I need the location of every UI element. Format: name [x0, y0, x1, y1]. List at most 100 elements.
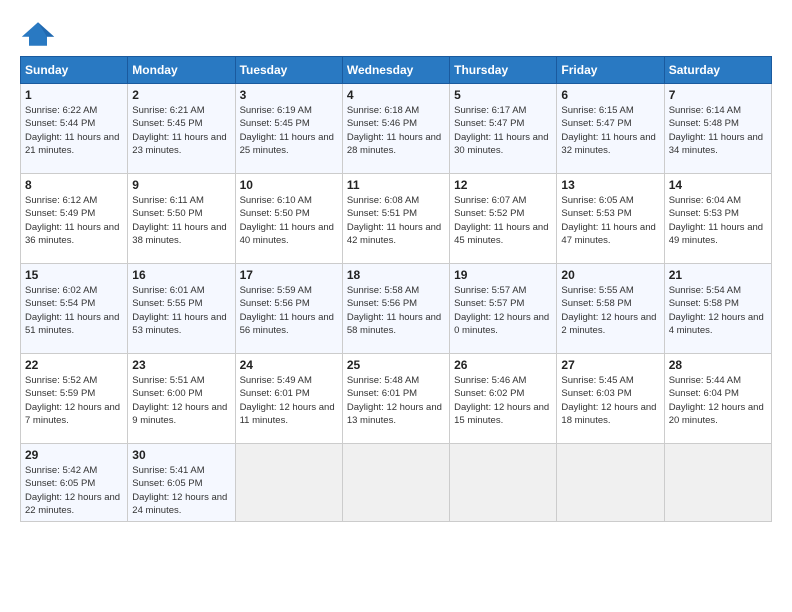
calendar-cell: 14 Sunrise: 6:04 AMSunset: 5:53 PMDayligh… — [664, 174, 771, 264]
day-number: 12 — [454, 178, 552, 192]
day-number: 30 — [132, 448, 230, 462]
calendar-cell: 11 Sunrise: 6:08 AMSunset: 5:51 PMDayligh… — [342, 174, 449, 264]
page-header — [20, 20, 772, 48]
calendar-cell: 6 Sunrise: 6:15 AMSunset: 5:47 PMDaylight… — [557, 84, 664, 174]
day-number: 2 — [132, 88, 230, 102]
day-number: 10 — [240, 178, 338, 192]
calendar-cell: 27 Sunrise: 5:45 AMSunset: 6:03 PMDayligh… — [557, 354, 664, 444]
day-number: 3 — [240, 88, 338, 102]
weekday-saturday: Saturday — [664, 57, 771, 84]
day-info: Sunrise: 5:42 AMSunset: 6:05 PMDaylight:… — [25, 464, 123, 517]
calendar-cell — [342, 444, 449, 522]
day-info: Sunrise: 6:08 AMSunset: 5:51 PMDaylight:… — [347, 194, 445, 247]
day-number: 9 — [132, 178, 230, 192]
day-info: Sunrise: 5:48 AMSunset: 6:01 PMDaylight:… — [347, 374, 445, 427]
day-info: Sunrise: 6:15 AMSunset: 5:47 PMDaylight:… — [561, 104, 659, 157]
day-info: Sunrise: 5:57 AMSunset: 5:57 PMDaylight:… — [454, 284, 552, 337]
day-info: Sunrise: 6:14 AMSunset: 5:48 PMDaylight:… — [669, 104, 767, 157]
day-info: Sunrise: 5:49 AMSunset: 6:01 PMDaylight:… — [240, 374, 338, 427]
day-number: 26 — [454, 358, 552, 372]
weekday-sunday: Sunday — [21, 57, 128, 84]
day-info: Sunrise: 6:12 AMSunset: 5:49 PMDaylight:… — [25, 194, 123, 247]
week-row-3: 15 Sunrise: 6:02 AMSunset: 5:54 PMDayligh… — [21, 264, 772, 354]
calendar-cell — [557, 444, 664, 522]
day-number: 23 — [132, 358, 230, 372]
day-info: Sunrise: 6:17 AMSunset: 5:47 PMDaylight:… — [454, 104, 552, 157]
calendar-cell: 12Sunrise: 6:07 AMSunset: 5:52 PMDayligh… — [450, 174, 557, 264]
day-info: Sunrise: 6:05 AMSunset: 5:53 PMDaylight:… — [561, 194, 659, 247]
weekday-thursday: Thursday — [450, 57, 557, 84]
calendar-cell: 2 Sunrise: 6:21 AMSunset: 5:45 PMDaylight… — [128, 84, 235, 174]
logo — [20, 20, 58, 48]
day-number: 17 — [240, 268, 338, 282]
day-number: 7 — [669, 88, 767, 102]
day-info: Sunrise: 5:51 AMSunset: 6:00 PMDaylight:… — [132, 374, 230, 427]
calendar-cell: 4 Sunrise: 6:18 AMSunset: 5:46 PMDaylight… — [342, 84, 449, 174]
day-info: Sunrise: 5:46 AMSunset: 6:02 PMDaylight:… — [454, 374, 552, 427]
day-number: 15 — [25, 268, 123, 282]
day-number: 5 — [454, 88, 552, 102]
day-number: 4 — [347, 88, 445, 102]
calendar-cell: 28 Sunrise: 5:44 AMSunset: 6:04 PMDayligh… — [664, 354, 771, 444]
calendar-body: 1 Sunrise: 6:22 AMSunset: 5:44 PMDaylight… — [21, 84, 772, 522]
calendar-cell: 18 Sunrise: 5:58 AMSunset: 5:56 PMDayligh… — [342, 264, 449, 354]
weekday-friday: Friday — [557, 57, 664, 84]
day-number: 16 — [132, 268, 230, 282]
day-number: 20 — [561, 268, 659, 282]
day-info: Sunrise: 5:52 AMSunset: 5:59 PMDaylight:… — [25, 374, 123, 427]
calendar-cell — [664, 444, 771, 522]
day-number: 28 — [669, 358, 767, 372]
day-info: Sunrise: 5:54 AMSunset: 5:58 PMDaylight:… — [669, 284, 767, 337]
day-number: 22 — [25, 358, 123, 372]
day-info: Sunrise: 6:04 AMSunset: 5:53 PMDaylight:… — [669, 194, 767, 247]
day-number: 27 — [561, 358, 659, 372]
calendar-cell: 25 Sunrise: 5:48 AMSunset: 6:01 PMDayligh… — [342, 354, 449, 444]
logo-icon — [20, 20, 56, 48]
day-number: 18 — [347, 268, 445, 282]
calendar-cell: 17 Sunrise: 5:59 AMSunset: 5:56 PMDayligh… — [235, 264, 342, 354]
day-number: 14 — [669, 178, 767, 192]
day-number: 1 — [25, 88, 123, 102]
calendar-cell: 3 Sunrise: 6:19 AMSunset: 5:45 PMDaylight… — [235, 84, 342, 174]
day-info: Sunrise: 6:18 AMSunset: 5:46 PMDaylight:… — [347, 104, 445, 157]
day-number: 11 — [347, 178, 445, 192]
day-number: 24 — [240, 358, 338, 372]
calendar-cell: 20Sunrise: 5:55 AMSunset: 5:58 PMDayligh… — [557, 264, 664, 354]
weekday-wednesday: Wednesday — [342, 57, 449, 84]
day-info: Sunrise: 6:01 AMSunset: 5:55 PMDaylight:… — [132, 284, 230, 337]
week-row-4: 22 Sunrise: 5:52 AMSunset: 5:59 PMDayligh… — [21, 354, 772, 444]
day-number: 13 — [561, 178, 659, 192]
day-info: Sunrise: 6:19 AMSunset: 5:45 PMDaylight:… — [240, 104, 338, 157]
calendar-cell: 15 Sunrise: 6:02 AMSunset: 5:54 PMDayligh… — [21, 264, 128, 354]
calendar-cell: 21 Sunrise: 5:54 AMSunset: 5:58 PMDayligh… — [664, 264, 771, 354]
calendar-cell — [235, 444, 342, 522]
week-row-2: 8 Sunrise: 6:12 AMSunset: 5:49 PMDaylight… — [21, 174, 772, 264]
calendar-cell: 16 Sunrise: 6:01 AMSunset: 5:55 PMDayligh… — [128, 264, 235, 354]
calendar-cell: 26 Sunrise: 5:46 AMSunset: 6:02 PMDayligh… — [450, 354, 557, 444]
day-info: Sunrise: 5:45 AMSunset: 6:03 PMDaylight:… — [561, 374, 659, 427]
calendar-cell: 22 Sunrise: 5:52 AMSunset: 5:59 PMDayligh… — [21, 354, 128, 444]
day-info: Sunrise: 5:58 AMSunset: 5:56 PMDaylight:… — [347, 284, 445, 337]
calendar-cell: 19 Sunrise: 5:57 AMSunset: 5:57 PMDayligh… — [450, 264, 557, 354]
day-info: Sunrise: 6:11 AMSunset: 5:50 PMDaylight:… — [132, 194, 230, 247]
day-number: 21 — [669, 268, 767, 282]
calendar-cell: 9 Sunrise: 6:11 AMSunset: 5:50 PMDaylight… — [128, 174, 235, 264]
day-number: 8 — [25, 178, 123, 192]
calendar-cell: 29Sunrise: 5:42 AMSunset: 6:05 PMDayligh… — [21, 444, 128, 522]
day-info: Sunrise: 5:59 AMSunset: 5:56 PMDaylight:… — [240, 284, 338, 337]
calendar-cell: 23 Sunrise: 5:51 AMSunset: 6:00 PMDayligh… — [128, 354, 235, 444]
day-info: Sunrise: 5:41 AMSunset: 6:05 PMDaylight:… — [132, 464, 230, 517]
day-number: 6 — [561, 88, 659, 102]
weekday-header-row: SundayMondayTuesdayWednesdayThursdayFrid… — [21, 57, 772, 84]
day-info: Sunrise: 6:22 AMSunset: 5:44 PMDaylight:… — [25, 104, 123, 157]
day-number: 25 — [347, 358, 445, 372]
calendar-cell: 1 Sunrise: 6:22 AMSunset: 5:44 PMDaylight… — [21, 84, 128, 174]
calendar-cell: 7 Sunrise: 6:14 AMSunset: 5:48 PMDaylight… — [664, 84, 771, 174]
day-info: Sunrise: 6:21 AMSunset: 5:45 PMDaylight:… — [132, 104, 230, 157]
calendar-cell: 30 Sunrise: 5:41 AMSunset: 6:05 PMDayligh… — [128, 444, 235, 522]
weekday-monday: Monday — [128, 57, 235, 84]
day-info: Sunrise: 6:02 AMSunset: 5:54 PMDaylight:… — [25, 284, 123, 337]
day-number: 19 — [454, 268, 552, 282]
week-row-1: 1 Sunrise: 6:22 AMSunset: 5:44 PMDaylight… — [21, 84, 772, 174]
day-info: Sunrise: 5:44 AMSunset: 6:04 PMDaylight:… — [669, 374, 767, 427]
